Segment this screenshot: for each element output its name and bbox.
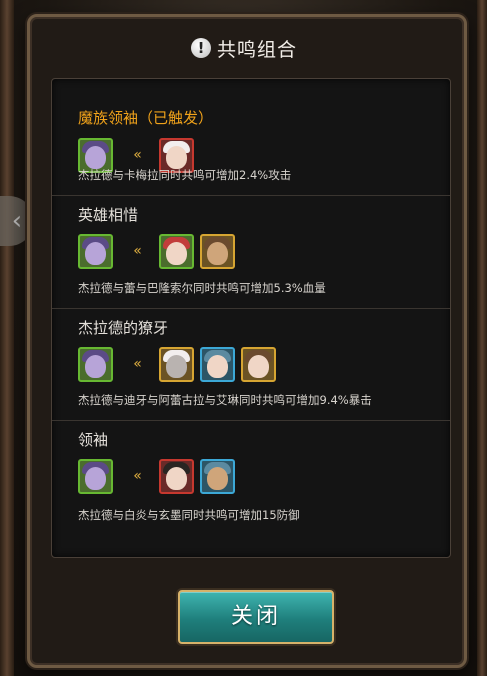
face-shape (248, 354, 269, 378)
face-shape (207, 354, 228, 378)
combo-portraits: « (78, 458, 235, 494)
face-shape (166, 466, 187, 490)
face-shape (85, 145, 106, 169)
resonance-arrow-icon: « (133, 243, 142, 259)
resonance-arrow-icon: « (133, 356, 142, 372)
hero-portrait-baronsor[interactable] (200, 233, 235, 269)
combo-description: 杰拉德与白炎与玄墨同时共鸣可增加15防御 (78, 508, 300, 522)
face-shape (85, 466, 106, 490)
face-shape (207, 241, 228, 265)
hero-portrait-irene[interactable] (241, 346, 276, 382)
face-shape (166, 354, 187, 378)
combo-item: 领袖 « 杰拉德与白炎与玄墨同时共鸣可增加15防御 (52, 420, 450, 557)
combo-item: 英雄相惜 « 杰拉德与蕾与巴隆索尔同时共鸣可增加5.3%血量 (52, 195, 450, 309)
combo-item: 杰拉德的獠牙 « 杰拉德与迪牙与阿蕾古拉与艾琳同时共鸣可增加9.4%暴击 (52, 308, 450, 421)
face-shape (166, 241, 187, 265)
combo-item: 魔族领袖（已触发） « 杰拉德与卡梅拉同时共鸣可增加2.4%攻击 (52, 79, 450, 196)
hero-portrait-baiyan[interactable] (159, 458, 194, 494)
close-button[interactable]: 关闭 (178, 590, 334, 644)
right-frame-border (477, 0, 487, 676)
face-shape (207, 466, 228, 490)
combo-portraits: « (78, 233, 235, 269)
combo-name: 魔族领袖（已触发） (78, 109, 214, 127)
resonance-arrow-icon: « (133, 468, 142, 484)
combo-description: 杰拉德与迪牙与阿蕾古拉与艾琳同时共鸣可增加9.4%暴击 (78, 393, 372, 407)
dialog-header: ! 共鸣组合 (27, 33, 461, 63)
hero-portrait-gerald[interactable] (78, 233, 113, 269)
combo-name: 杰拉德的獠牙 (78, 319, 169, 337)
combo-name: 领袖 (78, 431, 109, 449)
hero-portrait-gerald[interactable] (78, 458, 113, 494)
combo-portraits: « (78, 346, 276, 382)
face-shape (85, 241, 106, 265)
combo-description: 杰拉德与卡梅拉同时共鸣可增加2.4%攻击 (78, 168, 292, 182)
combo-list-panel: 魔族领袖（已触发） « 杰拉德与卡梅拉同时共鸣可增加2.4%攻击 英雄相惜 « … (51, 78, 451, 558)
hero-portrait-diya[interactable] (159, 346, 194, 382)
face-shape (85, 354, 106, 378)
combo-description: 杰拉德与蕾与巴隆索尔同时共鸣可增加5.3%血量 (78, 281, 326, 295)
face-shape (166, 145, 187, 169)
combo-name: 英雄相惜 (78, 206, 139, 224)
hero-portrait-lei[interactable] (159, 233, 194, 269)
resonance-arrow-icon: « (133, 147, 142, 163)
hero-portrait-areigula[interactable] (200, 346, 235, 382)
dialog-title: 共鸣组合 (216, 38, 297, 61)
left-frame-border (0, 0, 14, 676)
hero-portrait-xuanmo[interactable] (200, 458, 235, 494)
info-icon: ! (190, 38, 211, 58)
hero-portrait-gerald[interactable] (78, 346, 113, 382)
